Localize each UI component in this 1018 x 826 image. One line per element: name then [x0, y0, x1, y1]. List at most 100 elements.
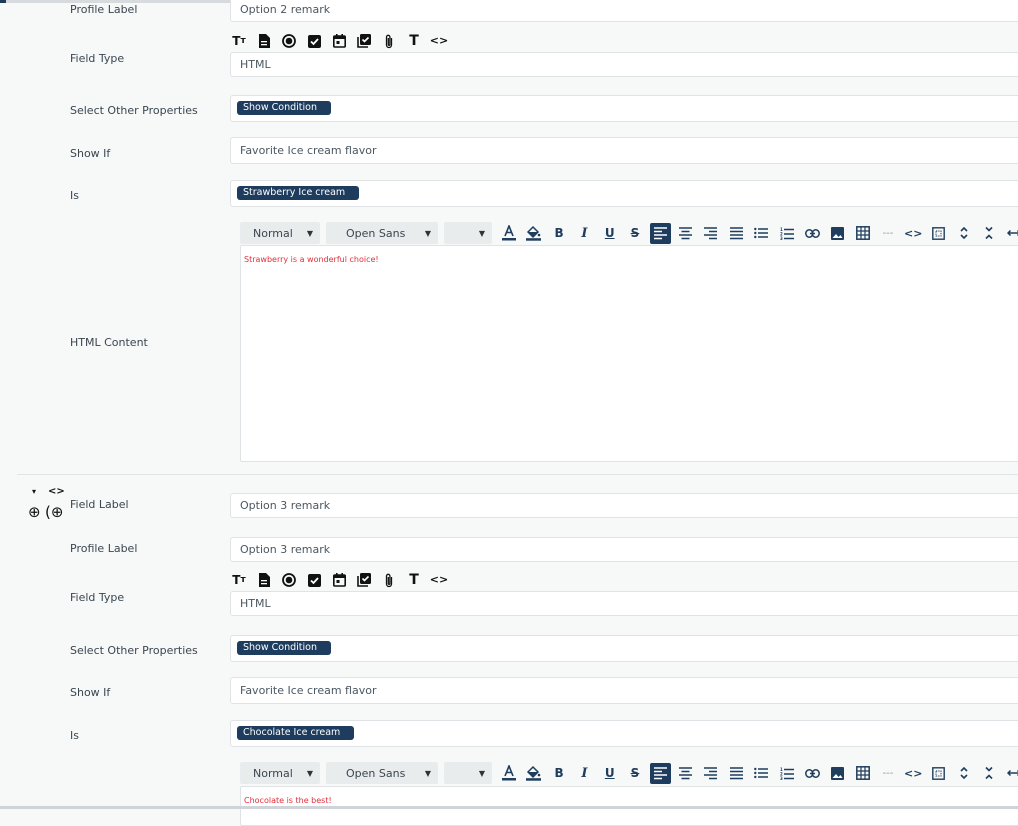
font-family-value: Open Sans	[346, 226, 406, 240]
bold-icon[interactable]: B	[549, 763, 570, 784]
field-type-input[interactable]: HTML	[230, 591, 1018, 616]
attachment-type-icon[interactable]	[381, 572, 397, 588]
multi-checkbox-type-icon[interactable]	[356, 33, 372, 49]
font-color-icon[interactable]	[498, 223, 519, 244]
title-type-icon[interactable]: T	[406, 572, 422, 588]
numbered-list-icon[interactable]: 123	[776, 223, 797, 244]
profile-label-input[interactable]: Option 2 remark	[230, 0, 1018, 22]
align-left-icon[interactable]	[649, 762, 671, 784]
add-field-icon[interactable]: ⊕	[28, 503, 41, 521]
profile-label-label: Profile Label	[70, 542, 138, 555]
strikethrough-icon[interactable]: S	[624, 223, 645, 244]
code-view-icon[interactable]: <>	[903, 223, 924, 244]
highlight-color-icon[interactable]	[523, 763, 544, 784]
link-icon[interactable]	[802, 763, 823, 784]
title-type-icon[interactable]: T	[406, 33, 422, 49]
collapse-icon[interactable]	[979, 763, 1000, 784]
code-type-icon[interactable]: <>	[430, 572, 448, 588]
other-properties-select[interactable]: Show Condition	[230, 95, 1018, 122]
bullet-list-icon[interactable]	[751, 763, 772, 784]
align-right-icon[interactable]	[700, 763, 721, 784]
italic-icon[interactable]: I	[574, 763, 595, 784]
font-family-dropdown[interactable]: Open Sans ▼	[326, 762, 438, 784]
document-type-icon[interactable]	[256, 572, 272, 588]
caret-down-icon: ▼	[306, 228, 313, 238]
collapse-icon[interactable]: ▾	[32, 487, 36, 496]
expand-icon[interactable]	[953, 223, 974, 244]
caret-down-icon: ▼	[478, 768, 485, 778]
show-if-select[interactable]: Favorite Ice cream flavor	[230, 677, 1018, 704]
chocolate-tag[interactable]: Chocolate Ice cream	[237, 726, 355, 740]
radio-type-icon[interactable]	[281, 572, 297, 588]
field-label-input[interactable]: Option 3 remark	[230, 493, 1018, 518]
show-if-select[interactable]: Favorite Ice cream flavor	[230, 137, 1018, 164]
text-type-icon[interactable]: Tт	[231, 33, 247, 49]
full-width-icon[interactable]	[1004, 763, 1018, 784]
is-select[interactable]: Chocolate Ice cream	[230, 720, 1018, 747]
align-center-icon[interactable]	[675, 763, 696, 784]
attachment-type-icon[interactable]	[381, 33, 397, 49]
align-center-icon[interactable]	[675, 223, 696, 244]
profile-label-label: Profile Label	[70, 3, 138, 16]
paragraph-style-value: Normal	[253, 226, 293, 240]
code-view-icon[interactable]: <>	[903, 763, 924, 784]
paragraph-style-dropdown[interactable]: Normal ▼	[240, 222, 320, 244]
bullet-list-icon[interactable]	[751, 223, 772, 244]
html-content-editor[interactable]: Strawberry is a wonderful choice!	[240, 245, 1018, 462]
svg-text:3: 3	[780, 776, 783, 780]
italic-icon[interactable]: I	[574, 223, 595, 244]
select-all-icon[interactable]	[928, 763, 949, 784]
other-properties-label: Select Other Properties	[70, 104, 198, 117]
select-all-icon[interactable]	[928, 223, 949, 244]
font-size-dropdown[interactable]: ▼	[444, 762, 492, 784]
font-family-dropdown[interactable]: Open Sans ▼	[326, 222, 438, 244]
profile-label-input[interactable]: Option 3 remark	[230, 537, 1018, 562]
align-justify-icon[interactable]	[726, 223, 747, 244]
date-type-icon[interactable]	[331, 33, 347, 49]
align-justify-icon[interactable]	[726, 763, 747, 784]
expand-icon[interactable]	[953, 763, 974, 784]
svg-text:3: 3	[780, 236, 783, 240]
radio-type-icon[interactable]	[281, 33, 297, 49]
paragraph-style-dropdown[interactable]: Normal ▼	[240, 762, 320, 784]
horizontal-rule-icon[interactable]: ---	[877, 763, 898, 784]
bold-icon[interactable]: B	[549, 223, 570, 244]
text-type-icon[interactable]: Tт	[231, 572, 247, 588]
horizontal-rule-icon[interactable]: ---	[877, 223, 898, 244]
numbered-list-icon[interactable]: 123	[776, 763, 797, 784]
date-type-icon[interactable]	[331, 572, 347, 588]
field-type-label: Field Type	[70, 591, 125, 604]
table-icon[interactable]	[852, 763, 873, 784]
highlight-color-icon[interactable]	[523, 223, 544, 244]
checkbox-type-icon[interactable]	[306, 572, 322, 588]
code-type-icon[interactable]: <>	[430, 33, 448, 49]
caret-down-icon: ▼	[424, 768, 431, 778]
is-select[interactable]: Strawberry Ice cream	[230, 180, 1018, 207]
font-size-dropdown[interactable]: ▼	[444, 222, 492, 244]
insert-field-icon[interactable]: (⊕	[45, 503, 63, 521]
strawberry-tag[interactable]: Strawberry Ice cream	[237, 186, 360, 200]
code-icon[interactable]: <>	[48, 486, 65, 497]
collapse-icon[interactable]	[979, 223, 1000, 244]
align-right-icon[interactable]	[700, 223, 721, 244]
image-icon[interactable]	[827, 763, 848, 784]
font-color-icon[interactable]	[498, 763, 519, 784]
document-type-icon[interactable]	[256, 33, 272, 49]
field-type-input[interactable]: HTML	[230, 52, 1018, 77]
other-properties-select[interactable]: Show Condition	[230, 635, 1018, 662]
link-icon[interactable]	[802, 223, 823, 244]
table-icon[interactable]	[852, 223, 873, 244]
show-condition-tag[interactable]: Show Condition	[237, 641, 331, 655]
align-left-icon[interactable]	[649, 222, 671, 244]
font-family-value: Open Sans	[346, 766, 406, 780]
underline-icon[interactable]: U	[599, 763, 620, 784]
show-condition-tag[interactable]: Show Condition	[237, 101, 331, 115]
image-icon[interactable]	[827, 223, 848, 244]
checkbox-type-icon[interactable]	[306, 33, 322, 49]
multi-checkbox-type-icon[interactable]	[356, 572, 372, 588]
field-type-label: Field Type	[70, 52, 125, 65]
caret-down-icon: ▼	[424, 228, 431, 238]
underline-icon[interactable]: U	[599, 223, 620, 244]
strikethrough-icon[interactable]: S	[624, 763, 645, 784]
full-width-icon[interactable]	[1004, 223, 1018, 244]
